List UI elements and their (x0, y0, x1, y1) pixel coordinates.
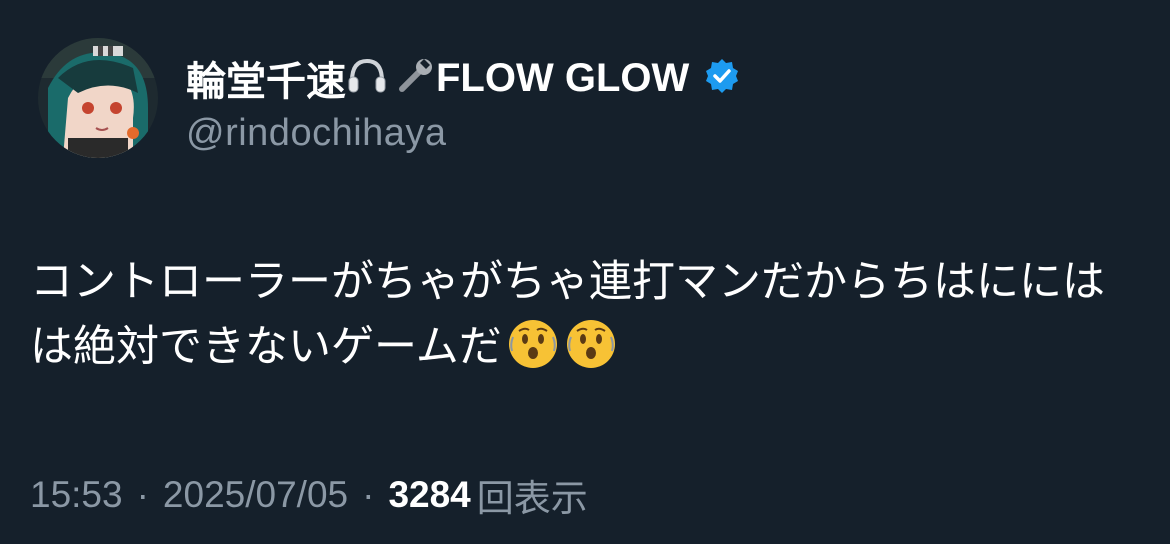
tweet-header: 輪堂千速 FLOW GLOW @rindochihaya (38, 38, 741, 170)
view-label[interactable]: 回表示 (477, 468, 588, 522)
headphones-icon (346, 55, 388, 102)
hushed-face-emoji-icon (506, 317, 560, 390)
tweet-time[interactable]: 15:53 (30, 474, 123, 516)
hushed-face-emoji-icon (564, 317, 618, 390)
user-names: 輪堂千速 FLOW GLOW @rindochihaya (186, 52, 741, 155)
meta-separator: · (362, 474, 375, 515)
tweet-text-line-2: は絶対できないゲームだ (30, 315, 1150, 390)
avatar[interactable] (38, 38, 158, 158)
tweet-meta: 15:53 · 2025/07/05 · 3284 回表示 (30, 468, 588, 522)
display-name-prefix[interactable]: 輪堂千速 (186, 49, 346, 107)
verified-badge-icon (703, 57, 741, 100)
tweet-text: コントローラーがちゃがちゃ連打マンだからちはにには は絶対できないゲームだ (30, 250, 1150, 390)
view-count[interactable]: 3284 (388, 474, 470, 516)
display-name-suffix[interactable]: FLOW GLOW (436, 56, 689, 101)
wrench-icon (394, 55, 436, 102)
user-handle[interactable]: @rindochihaya (186, 112, 741, 155)
meta-separator: · (136, 474, 149, 515)
tweet-date[interactable]: 2025/07/05 (163, 474, 348, 516)
display-name-row[interactable]: 輪堂千速 FLOW GLOW (186, 52, 741, 104)
tweet-text-line-1: コントローラーがちゃがちゃ連打マンだからちはにには (30, 258, 1105, 306)
tweet-text-line-2-text: は絶対できないゲームだ (30, 323, 502, 371)
avatar-image-icon (38, 38, 158, 158)
